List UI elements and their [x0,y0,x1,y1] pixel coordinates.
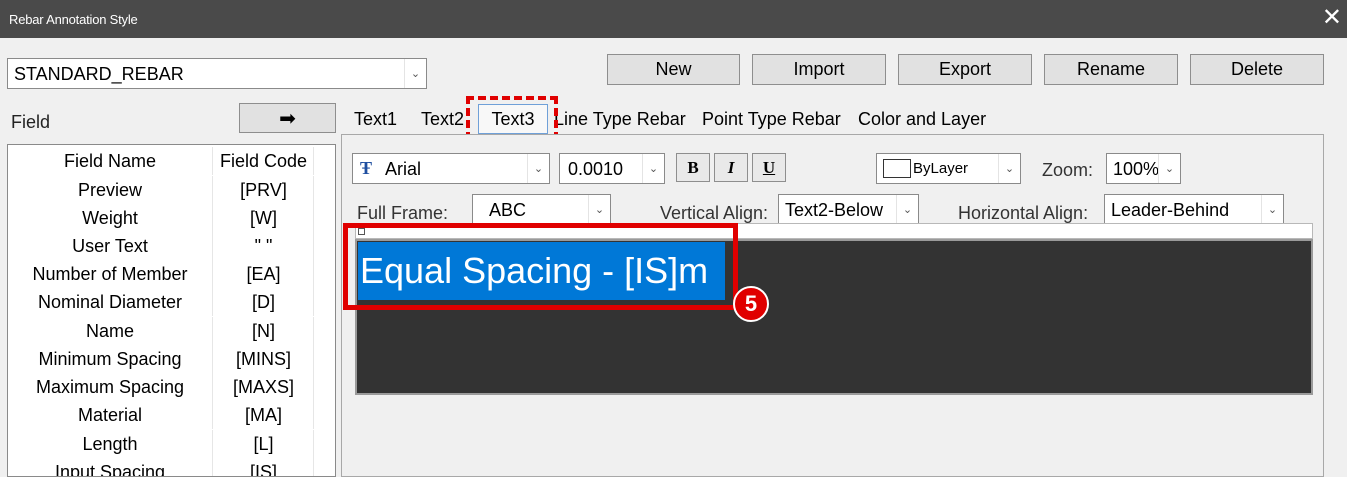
color-swatch [883,159,911,178]
field-code-header: Field Code [214,147,314,175]
field-code: [MA] [214,401,314,429]
title-bar: Rebar Annotation Style ✕ [0,0,1347,38]
full-frame-value: ABC [489,200,527,220]
font-select-value: Arial [385,159,422,179]
chevron-down-icon[interactable]: ⌄ [1158,154,1180,183]
import-button[interactable]: Import [752,54,886,85]
field-name: Maximum Spacing [8,373,213,401]
chevron-down-icon[interactable]: ⌄ [404,59,426,88]
font-type-icon: Ŧ [360,158,373,178]
field-code: [PRV] [214,176,314,204]
tab-color-and-layer[interactable]: Color and Layer [858,109,986,129]
italic-button[interactable]: I [714,153,748,182]
field-code: " " [214,232,314,260]
field-code: [EA] [214,260,314,288]
field-code: [W] [214,204,314,232]
style-select-value: STANDARD_REBAR [14,64,184,84]
field-code: [MAXS] [214,373,314,401]
field-table[interactable]: Field Name Field Code Preview [PRV] Weig… [7,144,336,477]
field-name: Weight [8,204,213,232]
field-label: Field [11,112,51,132]
step-badge: 5 [733,286,769,322]
field-name: Length [8,430,213,458]
full-frame-label: Full Frame: [357,203,449,223]
text-size-select[interactable]: 0.0010 ⌄ [559,153,665,184]
full-frame-select[interactable]: ABC ⌄ [472,194,611,225]
bold-button[interactable]: B [676,153,710,182]
table-row[interactable]: Material [MA] [8,401,335,429]
tab-line-type-rebar[interactable]: Line Type Rebar [554,109,686,129]
export-button[interactable]: Export [898,54,1032,85]
field-code: [L] [214,430,314,458]
zoom-select[interactable]: 100% ⌄ [1106,153,1181,184]
table-row[interactable]: Number of Member [EA] [8,260,335,288]
underline-button[interactable]: U [752,153,786,182]
field-name: Minimum Spacing [8,345,213,373]
insert-field-button[interactable]: ➡ [239,103,336,133]
chevron-down-icon[interactable]: ⌄ [1261,195,1283,224]
horizontal-align-select[interactable]: Leader-Behind ⌄ [1104,194,1284,225]
field-name: Nominal Diameter [8,288,213,316]
field-code: [MINS] [214,345,314,373]
close-icon[interactable]: ✕ [1322,4,1342,32]
table-row[interactable]: Weight [W] [8,204,335,232]
style-select[interactable]: STANDARD_REBAR ⌄ [7,58,427,89]
chevron-down-icon[interactable]: ⌄ [896,195,918,224]
horizontal-align-label: Horizontal Align: [958,203,1089,223]
vertical-align-select[interactable]: Text2-Below ⌄ [778,194,919,225]
window-title: Rebar Annotation Style [9,12,138,27]
rename-button[interactable]: Rename [1044,54,1178,85]
field-table-header: Field Name Field Code [8,147,335,175]
tab-text3[interactable]: Text3 [478,104,548,134]
field-name: User Text [8,232,213,260]
field-name: Preview [8,176,213,204]
chevron-down-icon[interactable]: ⌄ [998,154,1020,183]
indent-marker[interactable] [358,228,365,235]
preview-text[interactable]: Equal Spacing - [IS]m [358,242,725,300]
table-row[interactable]: Input Spacing [IS] [8,458,335,476]
table-row[interactable]: Maximum Spacing [MAXS] [8,373,335,401]
table-row[interactable]: Nominal Diameter [D] [8,288,335,316]
chevron-down-icon[interactable]: ⌄ [588,195,610,224]
table-row[interactable]: Preview [PRV] [8,176,335,204]
horizontal-align-value: Leader-Behind [1111,200,1230,220]
tab-text2[interactable]: Text2 [421,109,464,129]
vertical-align-value: Text2-Below [785,200,884,220]
arrow-right-icon: ➡ [279,107,296,130]
tab-point-type-rebar[interactable]: Point Type Rebar [702,109,841,129]
field-name: Input Spacing [8,458,213,476]
chevron-down-icon[interactable]: ⌄ [642,154,664,183]
field-name: Number of Member [8,260,213,288]
table-row[interactable]: User Text " " [8,232,335,260]
field-code: [N] [214,317,314,345]
table-row[interactable]: Length [L] [8,430,335,458]
vertical-align-label: Vertical Align: [660,203,769,223]
table-row[interactable]: Minimum Spacing [MINS] [8,345,335,373]
text-ruler[interactable] [355,223,1313,239]
zoom-value: 100% [1113,159,1160,179]
delete-button[interactable]: Delete [1190,54,1324,85]
field-name-header: Field Name [8,147,213,175]
field-code: [D] [214,288,314,316]
field-name: Material [8,401,213,429]
zoom-label: Zoom: [1042,160,1094,180]
new-button[interactable]: New [607,54,740,85]
font-select[interactable]: Ŧ Arial ⌄ [352,153,550,184]
tab-text1[interactable]: Text1 [354,109,397,129]
table-row[interactable]: Name [N] [8,317,335,345]
text-size-value: 0.0010 [568,159,624,179]
field-name: Name [8,317,213,345]
chevron-down-icon[interactable]: ⌄ [527,154,549,183]
field-code: [IS] [214,458,314,476]
color-select[interactable]: ByLayer ⌄ [876,153,1021,184]
color-select-value: ByLayer [913,160,969,177]
